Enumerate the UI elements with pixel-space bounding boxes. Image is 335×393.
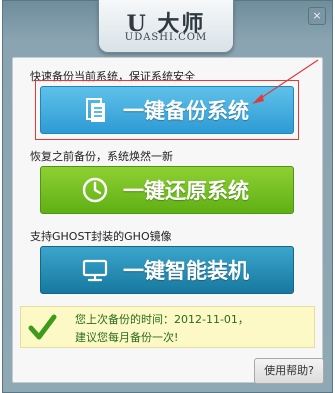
annotation-arrow <box>252 59 319 104</box>
